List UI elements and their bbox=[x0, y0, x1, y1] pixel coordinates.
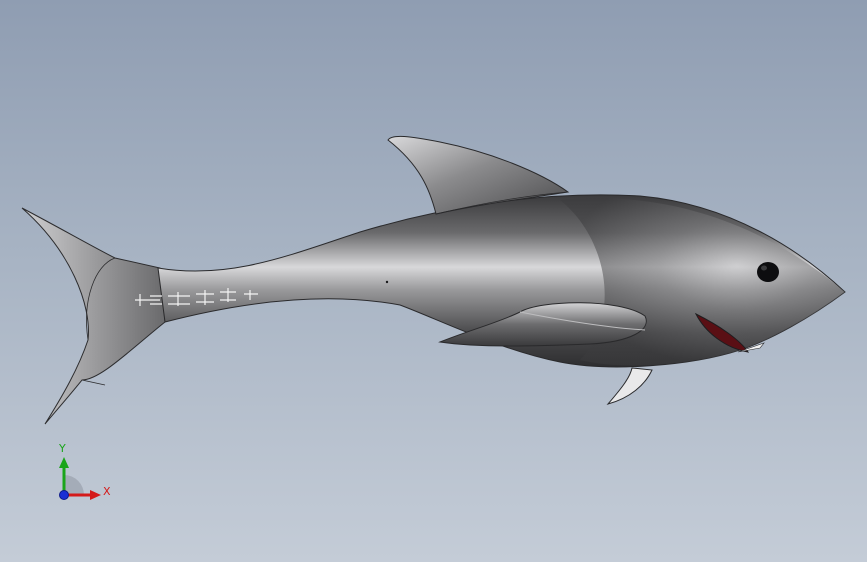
tail-fin bbox=[21, 207, 166, 425]
graphics-viewport[interactable]: Y X bbox=[0, 0, 867, 562]
pelvic-fin bbox=[606, 367, 653, 405]
coordinate-triad: Y X bbox=[40, 438, 130, 518]
x-axis-label: X bbox=[103, 485, 111, 498]
shark-model[interactable] bbox=[0, 0, 867, 562]
z-axis-origin bbox=[59, 490, 69, 500]
y-axis-label: Y bbox=[59, 442, 66, 455]
eye bbox=[757, 262, 779, 282]
